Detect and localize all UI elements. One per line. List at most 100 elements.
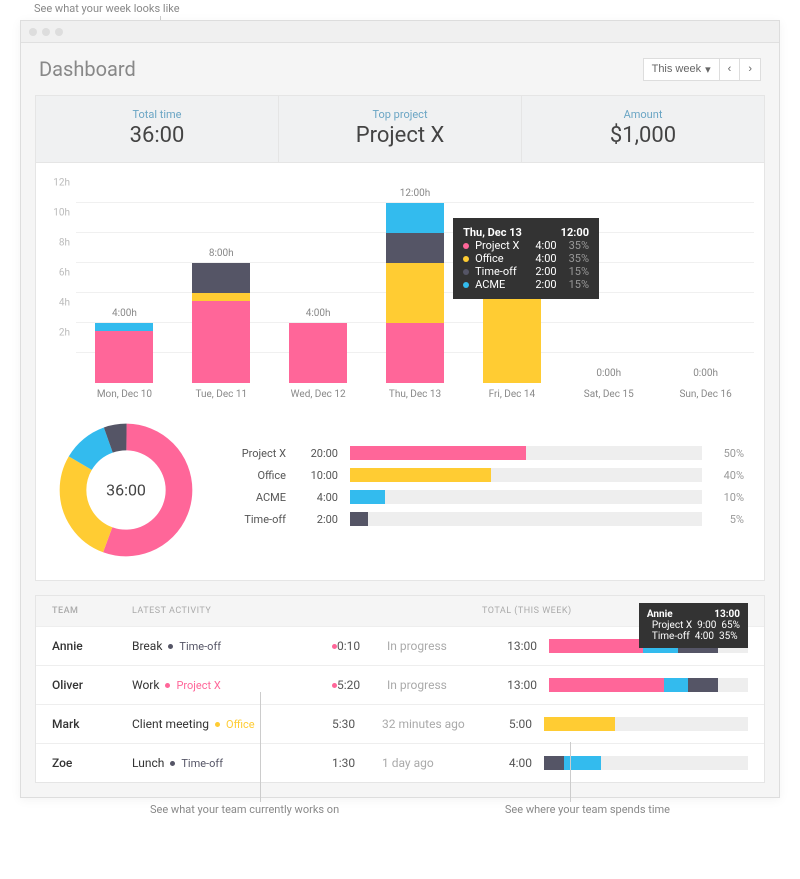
bar-segment[interactable]: [386, 323, 444, 383]
annotation-team-activity: See what your team currently works on: [150, 803, 339, 816]
donut-chart: 36:00: [56, 420, 196, 560]
week-total: 5:00: [482, 717, 532, 731]
team-bar-segment[interactable]: [544, 756, 564, 770]
project-bar-fill: [350, 468, 491, 482]
tooltip-name: Time-off: [652, 631, 690, 642]
bar-segment[interactable]: [95, 323, 153, 331]
tooltip-row: ACME 2:00 15%: [463, 278, 589, 291]
team-bar: [549, 678, 748, 692]
prev-button[interactable]: ‹: [720, 58, 741, 81]
tooltip-pct: 35%: [563, 239, 589, 252]
project-pct: 5%: [714, 513, 744, 526]
summary-panel: Total time36:00Top projectProject XAmoun…: [35, 95, 765, 581]
project-name: ACME: [226, 491, 286, 504]
tooltip-total: 12:00: [561, 226, 589, 239]
activity-tag: Office: [226, 718, 255, 731]
activity-duration: 5:30: [332, 717, 382, 731]
x-label: Mon, Dec 10: [76, 383, 173, 400]
project-pct: 50%: [714, 447, 744, 460]
tooltip-row: Project X4:0035%: [463, 239, 589, 252]
tooltip-name: Time-off: [475, 265, 517, 278]
tooltip-pct: 15%: [563, 265, 589, 278]
bar-segment[interactable]: [386, 203, 444, 233]
bar-total-label: 0:00h: [693, 368, 718, 379]
project-row: Office10:0040%: [226, 468, 744, 482]
tooltip-name: Project X: [475, 239, 519, 252]
team-bar-segment[interactable]: [688, 678, 718, 692]
chart-tooltip: Thu, Dec 13 12:00 Project X4:0035%Office…: [453, 218, 599, 299]
activity-status: In progress: [387, 639, 487, 653]
bar-column: 12:00h: [367, 183, 464, 383]
page-title: Dashboard: [39, 57, 136, 81]
activity-cell: LunchTime-off: [132, 756, 332, 770]
bar-segment[interactable]: [192, 293, 250, 301]
legend-dot-icon: [463, 269, 469, 275]
activity-cell: WorkProject X: [132, 678, 332, 692]
activity-status: 1 day ago: [382, 756, 482, 770]
activity-cell: BreakTime-off: [132, 639, 332, 653]
tooltip-row: Time-off2:0015%: [463, 265, 589, 278]
tooltip-pct: 35%: [563, 252, 589, 265]
project-time: 10:00: [298, 469, 338, 482]
team-tooltip: Annie13:00Project X9:0065%Time-off4:0035…: [639, 603, 748, 648]
tag-dot-icon: [215, 722, 220, 727]
next-button[interactable]: ›: [740, 58, 761, 81]
project-name: Office: [226, 469, 286, 482]
team-bar-segment[interactable]: [664, 678, 688, 692]
legend-dot-icon: [463, 282, 469, 288]
tooltip-name: ACME: [475, 278, 505, 291]
tooltip-title: Annie: [647, 609, 673, 620]
project-pct: 10%: [714, 491, 744, 504]
annotation-week: See what your week looks like: [34, 2, 180, 15]
tag-dot-icon: [170, 761, 175, 766]
summary-value: Project X: [279, 123, 521, 148]
summary-label: Amount: [522, 108, 764, 121]
tooltip-pct: 15%: [563, 278, 589, 291]
project-time: 20:00: [298, 447, 338, 460]
app-window: Dashboard This week ▾ ‹ › Total time36:0…: [20, 20, 780, 798]
bar-segment[interactable]: [386, 263, 444, 323]
range-selector[interactable]: This week ▾: [643, 58, 720, 81]
y-tick: 4h: [59, 298, 70, 309]
bar-segment[interactable]: [386, 233, 444, 263]
x-label: Tue, Dec 11: [173, 383, 270, 400]
bar-segment[interactable]: [192, 301, 250, 384]
page-header: Dashboard This week ▾ ‹ ›: [21, 43, 779, 95]
bar-total-label: 4:00h: [112, 308, 137, 319]
tooltip-total: 13:00: [714, 609, 740, 620]
team-bar-segment[interactable]: [549, 678, 664, 692]
bar-segment[interactable]: [289, 323, 347, 383]
weekly-bar-chart: 2h4h6h8h10h12h 4:00h8:00h4:00h12:00h8:00…: [36, 163, 764, 410]
bar-total-label: 8:00h: [209, 248, 234, 259]
y-tick: 12h: [53, 178, 70, 189]
traffic-light-icon: [42, 28, 50, 36]
summary-label: Top project: [279, 108, 521, 121]
summary-item: Top project Project X: [278, 96, 521, 162]
tooltip-pct: 35%: [719, 631, 738, 642]
bar-total-label: 0:00h: [596, 368, 621, 379]
team-bar: [544, 717, 748, 731]
x-label: Sat, Dec 15: [560, 383, 657, 400]
x-label: Sun, Dec 16: [657, 383, 754, 400]
activity-tag: Time-off: [181, 757, 223, 770]
tooltip-value: 9:00: [697, 620, 716, 631]
tooltip-pct: 65%: [721, 620, 740, 631]
project-bar: [350, 490, 702, 504]
tooltip-row: Time-off4:0035%: [647, 631, 740, 642]
x-label: Wed, Dec 12: [270, 383, 367, 400]
legend-dot-icon: [463, 243, 469, 249]
date-range-controls: This week ▾ ‹ ›: [643, 58, 761, 81]
bar-segment[interactable]: [95, 331, 153, 384]
y-tick: 6h: [59, 268, 70, 279]
tooltip-value: 2:00: [525, 278, 556, 291]
activity-cell: Client meetingOffice: [132, 717, 332, 731]
team-bar-segment[interactable]: [549, 639, 643, 653]
annotation-line: [570, 742, 571, 802]
team-row: MarkClient meetingOffice5:3032 minutes a…: [36, 704, 764, 743]
bar-segment[interactable]: [192, 263, 250, 293]
team-bar-segment[interactable]: [544, 717, 615, 731]
annotation-team-time: See where your team spends time: [505, 803, 670, 816]
week-total: 13:00: [487, 678, 537, 692]
y-tick: 8h: [59, 238, 70, 249]
traffic-light-icon: [29, 28, 37, 36]
